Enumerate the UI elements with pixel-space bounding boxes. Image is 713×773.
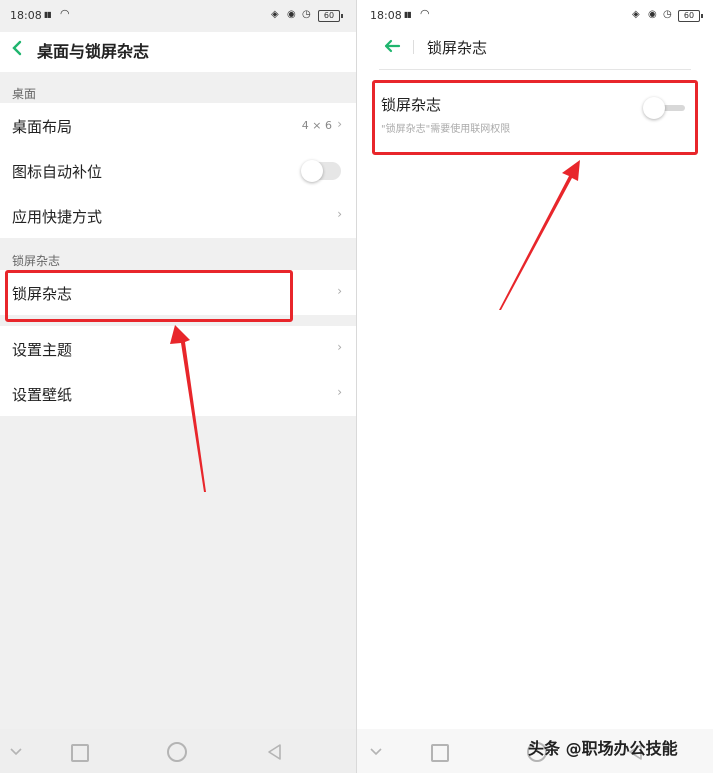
- arrow-left: [170, 325, 206, 492]
- watermark-text: 头条 @职场办公技能: [528, 739, 678, 758]
- arrow-right: [499, 160, 580, 310]
- annotation-arrows: [170, 160, 580, 492]
